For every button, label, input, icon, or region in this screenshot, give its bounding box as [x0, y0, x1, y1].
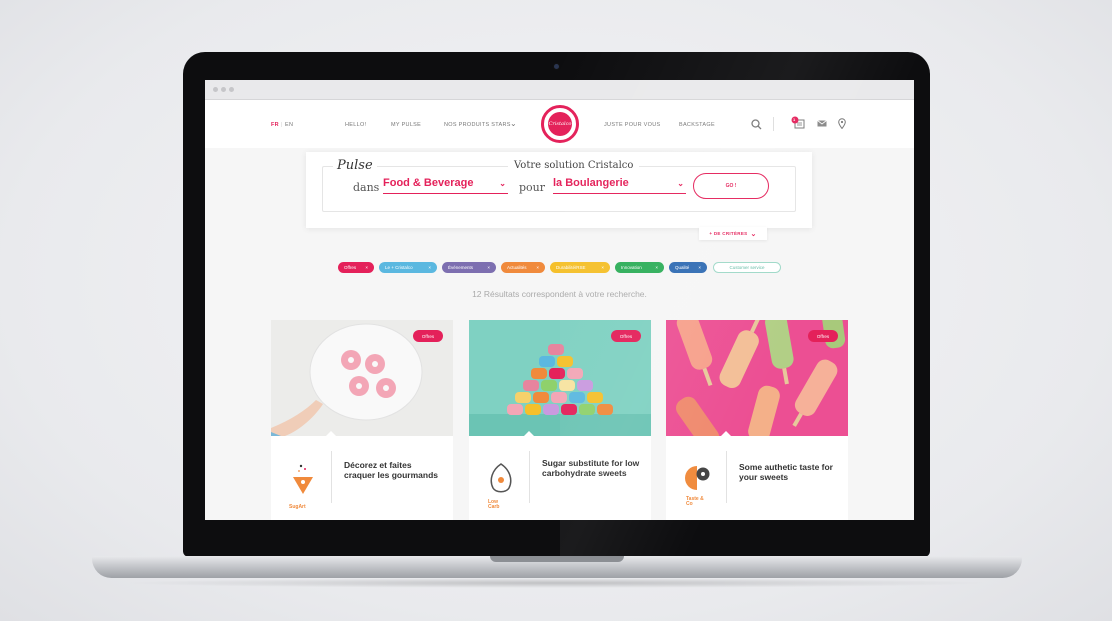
card-divider	[726, 451, 727, 503]
laptop-shadow	[120, 578, 992, 588]
target-value: la Boulangerie	[553, 177, 629, 189]
card-brand-name: Low Carb	[488, 499, 500, 510]
camera-icon	[553, 63, 560, 70]
filter-chip-label: Durabilité/RSE	[556, 265, 586, 270]
close-icon[interactable]: ×	[598, 265, 604, 270]
chevron-down-icon: ⌄	[510, 119, 518, 128]
filter-chip[interactable]: Durabilité/RSE ×	[550, 262, 610, 273]
browser-toolbar	[205, 80, 914, 100]
card-divider	[529, 451, 530, 503]
chevron-down-icon: ⌄	[750, 230, 757, 238]
search-form: Pulse Votre solution Cristalco dans Food…	[322, 158, 796, 212]
card-badge: Offres	[611, 330, 641, 342]
card-title: Sugar substitute for low carbohydrate sw…	[542, 458, 640, 478]
cristalco-logo[interactable]: Cristalco	[541, 105, 579, 143]
window-minimize-button[interactable]	[221, 87, 226, 92]
sector-select[interactable]: Food & Beverage ⌄	[383, 177, 508, 194]
filter-chip[interactable]: Qualité ×	[669, 262, 707, 273]
close-icon[interactable]: ×	[695, 265, 701, 270]
result-card[interactable]: Offres SugArt Décorez et faites craquer …	[271, 320, 453, 520]
filter-chip-label: Innovation	[621, 265, 642, 270]
filter-chip-label: Événements	[448, 265, 474, 270]
target-select[interactable]: la Boulangerie ⌄	[553, 177, 686, 194]
window-close-button[interactable]	[213, 87, 218, 92]
more-criteria-label: + DE CRITÈRES	[709, 231, 748, 236]
card-badge: Offres	[808, 330, 838, 342]
filter-chip[interactable]: Événements ×	[442, 262, 496, 273]
result-card[interactable]: Offres Low Carb Sugar substitute for low…	[469, 320, 651, 520]
pour-label: pour	[519, 181, 546, 194]
card-title: Some authetic taste for your sweets	[739, 462, 833, 482]
filter-chip[interactable]: Innovation ×	[615, 262, 664, 273]
nav-produits-stars[interactable]: NOS PRODUITS STARS	[444, 122, 511, 128]
card-image: Offres	[271, 320, 453, 436]
site-header: FR | EN HELLO! MY PULSE NOS PRODUITS STA…	[205, 100, 914, 148]
sector-value: Food & Beverage	[383, 177, 474, 189]
card-badge: Offres	[413, 330, 443, 342]
close-icon[interactable]: ×	[425, 265, 431, 270]
card-image: Offres	[666, 320, 848, 436]
nav-backstage[interactable]: BACKSTAGE	[679, 122, 715, 128]
window-zoom-button[interactable]	[229, 87, 234, 92]
dans-label: dans	[353, 181, 380, 194]
go-button[interactable]: GO !	[693, 173, 769, 199]
more-criteria-button[interactable]: + DE CRITÈRES ⌄	[699, 227, 767, 240]
logo-text: Cristalco	[548, 121, 572, 127]
close-icon[interactable]: ×	[652, 265, 658, 270]
solution-title: Votre solution Cristalco	[508, 160, 640, 171]
lang-en-link[interactable]: EN	[285, 122, 293, 128]
nav-juste-pour-vous[interactable]: JUSTE POUR VOUS	[604, 122, 660, 128]
lang-fr-link[interactable]: FR	[271, 122, 279, 128]
card-notch	[721, 431, 731, 436]
filter-chip-label: Offres	[344, 265, 357, 270]
search-icon[interactable]	[751, 119, 762, 130]
close-icon[interactable]: ×	[484, 265, 490, 270]
filter-chip[interactable]: Actualités ×	[501, 262, 545, 273]
customer-service-chip[interactable]: Customer service	[713, 262, 781, 273]
close-icon[interactable]: ×	[533, 265, 539, 270]
card-brand-name: Taste & Co	[686, 496, 704, 507]
filter-chip[interactable]: Offres ×	[338, 262, 374, 273]
nav-hello[interactable]: HELLO!	[345, 122, 366, 128]
notifications-count: 1	[793, 117, 796, 122]
search-panel: Pulse Votre solution Cristalco dans Food…	[306, 152, 812, 228]
filter-chip-label: Le + Cristalco	[385, 265, 413, 270]
pulse-label: Pulse	[333, 158, 377, 173]
card-notch	[524, 431, 534, 436]
filter-chip[interactable]: Le + Cristalco ×	[379, 262, 437, 273]
sugart-brand-icon	[293, 464, 313, 494]
card-brand-name: SugArt	[289, 504, 306, 510]
filter-chip-label: Qualité	[675, 265, 690, 270]
card-notch	[326, 431, 336, 436]
chevron-down-icon: ⌄	[499, 179, 506, 188]
laptop-screen: FR | EN HELLO! MY PULSE NOS PRODUITS STA…	[205, 80, 914, 520]
lang-separator: |	[281, 122, 283, 128]
results-count: 12 Résultats correspondent à votre reche…	[472, 289, 647, 299]
card-title: Décorez et faites craquer les gourmands	[344, 460, 439, 480]
chevron-down-icon: ⌄	[677, 179, 684, 188]
filter-chip-label: Actualités	[507, 265, 527, 270]
card-image: Offres	[469, 320, 651, 436]
laptop-base-notch	[490, 556, 624, 562]
close-icon[interactable]: ×	[362, 265, 368, 270]
mail-icon[interactable]	[817, 120, 827, 127]
nav-my-pulse[interactable]: MY PULSE	[391, 122, 421, 128]
result-card[interactable]: Offres Taste & Co Some authetic taste fo…	[666, 320, 848, 520]
nav-divider	[773, 117, 774, 131]
map-pin-icon[interactable]	[838, 118, 846, 129]
card-divider	[331, 451, 332, 503]
